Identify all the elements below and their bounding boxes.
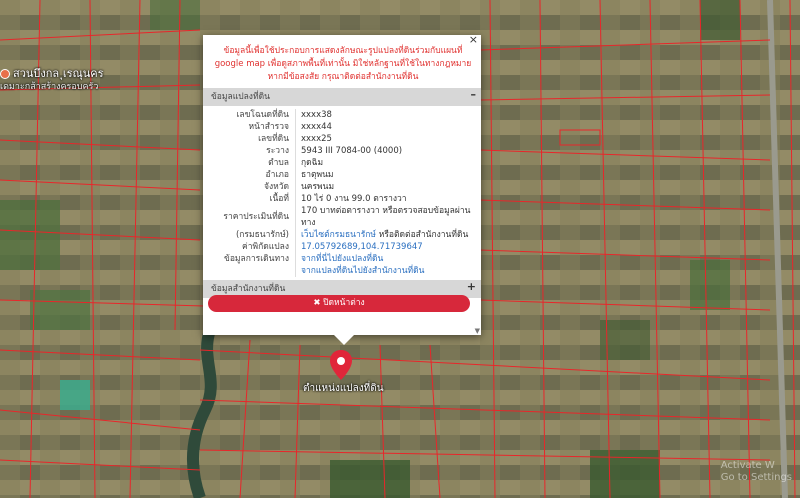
watermark-line1: Activate W [720, 460, 775, 471]
row-value: xxxx25 [301, 134, 332, 144]
marker-label: ตำแหน่งแปลงที่ดิน [303, 383, 384, 394]
location-pin-icon[interactable] [330, 350, 352, 380]
row-value: กุดฉิม [301, 158, 324, 168]
row-key: ราคาประเมินที่ดิน [203, 205, 296, 229]
table-row: ราคาประเมินที่ดิน 170 บาทต่อตารางวา หรือต… [203, 205, 481, 229]
row-key: ค่าพิกัดแปลง [203, 241, 296, 253]
row-key: อำเภอ [203, 169, 296, 181]
treasury-link[interactable]: เว็บไซต์กรมธนารักษ์ [301, 230, 376, 240]
scroll-down-icon[interactable]: ▼ [475, 327, 480, 335]
row-key: หน้าสำรวจ [203, 121, 296, 133]
table-row: หน้าสำรวจ xxxx44 [203, 121, 481, 133]
row-value: เว็บไซต์กรมธนารักษ์ หรือติดต่อสำนักงานที… [296, 229, 482, 241]
table-row: ค่าพิกัดแปลง 17.05792689,104.71739647 [203, 241, 481, 253]
row-value: นครพนม [301, 182, 335, 192]
parcel-info-popup: × ข้อมูลนี้เพื่อใช้ประกอบการแสดงลักษณะรู… [203, 33, 481, 335]
table-row: เนื้อที่ 10 ไร่ 0 งาน 99.0 ตารางวา [203, 193, 481, 205]
table-row: เลขที่ดิน xxxx25 [203, 133, 481, 145]
table-row: (กรมธนารักษ์) เว็บไซต์กรมธนารักษ์ หรือติด… [203, 229, 481, 241]
table-row: ตำบล กุดฉิม [203, 157, 481, 169]
table-row: จากแปลงที่ดินไปยังสำนักงานที่ดิน [203, 265, 481, 277]
row-value: ธาตุพนม [301, 170, 334, 180]
parcel-info-table: เลขโฉนดที่ดิน xxxx38 หน้าสำรวจ xxxx44 เลขท… [203, 109, 481, 277]
row-value: xxxx38 [301, 110, 332, 120]
watermark-line2: Go to Settings [720, 472, 792, 483]
activation-watermark: Activate W Go to Settings [721, 460, 792, 484]
table-row: จังหวัด นครพนม [203, 181, 481, 193]
poi-label[interactable]: สวนบึงกล ุเรณุนคร เดมาะกส้าสร้างครอบครัว [0, 68, 104, 93]
row-key: ข้อมูลการเดินทาง [203, 253, 296, 265]
directions-to-office-link[interactable]: จากแปลงที่ดินไปยังสำนักงานที่ดิน [301, 266, 424, 276]
row-key [203, 265, 296, 277]
directions-to-parcel-link[interactable]: จากที่นี่ไปยังแปลงที่ดิน [301, 254, 383, 264]
row-key: ตำบล [203, 157, 296, 169]
row-key: เลขโฉนดที่ดิน [203, 109, 296, 121]
poi-name: สวนบึงกล ุเรณุนคร [13, 67, 104, 80]
table-row: ระวาง 5943 III 7084-00 (4000) [203, 145, 481, 157]
row-value-rest: หรือติดต่อสำนักงานที่ดิน [376, 230, 469, 240]
coordinates-link[interactable]: 17.05792689,104.71739647 [301, 242, 423, 252]
row-key: เนื้อที่ [203, 193, 296, 205]
row-key: (กรมธนารักษ์) [203, 229, 296, 241]
row-value: xxxx44 [301, 122, 332, 132]
collapse-icon[interactable]: – [471, 89, 477, 101]
section-office-title: ข้อมูลสำนักงานที่ดิน [211, 284, 286, 294]
row-key: เลขที่ดิน [203, 133, 296, 145]
row-key: จังหวัด [203, 181, 296, 193]
close-window-button[interactable]: ✖ ปิดหน้าต่าง [208, 295, 470, 312]
row-value: 5943 III 7084-00 (4000) [301, 146, 403, 156]
section-parcel-header[interactable]: ข้อมูลแปลงที่ดิน – [203, 88, 481, 106]
close-icon[interactable]: × [469, 33, 478, 46]
disclaimer-notice: ข้อมูลนี้เพื่อใช้ประกอบการแสดงลักษณะรูปแ… [214, 46, 472, 82]
row-value: 10 ไร่ 0 งาน 99.0 ตารางวา [301, 194, 407, 204]
expand-icon[interactable]: + [467, 281, 476, 293]
table-row: อำเภอ ธาตุพนม [203, 169, 481, 181]
section-parcel-title: ข้อมูลแปลงที่ดิน [211, 92, 270, 102]
poi-icon [0, 69, 10, 79]
table-row: เลขโฉนดที่ดิน xxxx38 [203, 109, 481, 121]
row-key: ระวาง [203, 145, 296, 157]
poi-subtitle: เดมาะกส้าสร้างครอบครัว [0, 82, 99, 92]
row-value: 170 บาทต่อตารางวา หรือตรวจสอบข้อมูลผ่านท… [301, 206, 471, 228]
popup-pointer [334, 335, 354, 345]
table-row: ข้อมูลการเดินทาง จากที่นี่ไปยังแปลงที่ดิน [203, 253, 481, 265]
